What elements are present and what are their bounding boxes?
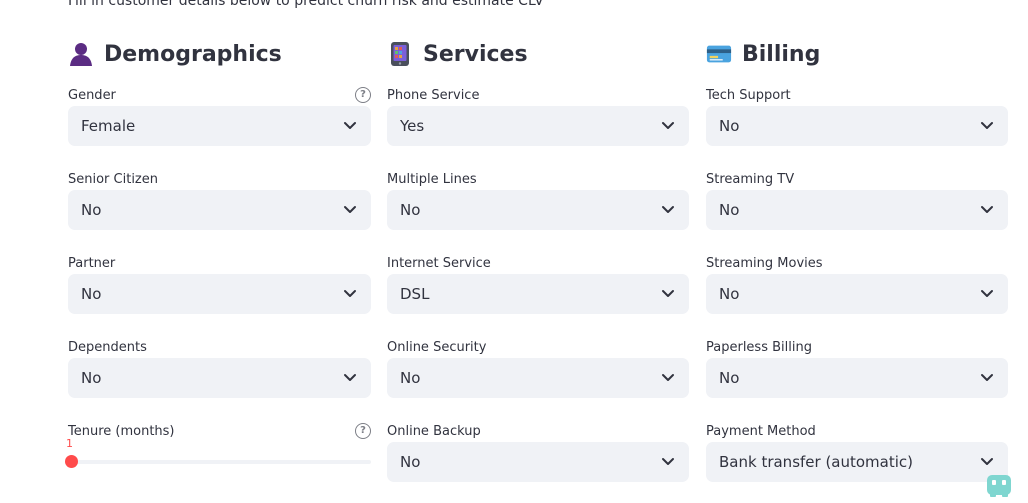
tech-support-select[interactable]: No	[706, 106, 1008, 146]
chevron-down-icon	[662, 374, 674, 381]
internet-service-label: Internet Service	[387, 256, 491, 271]
payment-method-select[interactable]: Bank transfer (automatic)	[706, 442, 1008, 482]
chevron-down-icon	[981, 374, 993, 381]
phone-service-field: Phone Service Yes	[387, 88, 689, 156]
billing-header: Billing	[706, 38, 820, 70]
tenure-label: Tenure (months)	[68, 424, 175, 439]
paperless-billing-field: Paperless Billing No	[706, 340, 1008, 408]
chevron-down-icon	[344, 374, 356, 381]
tenure-slider-track[interactable]	[68, 460, 371, 464]
payment-method-label: Payment Method	[706, 424, 816, 439]
tech-support-label: Tech Support	[706, 88, 791, 103]
tech-support-value: No	[719, 117, 740, 135]
streaming-movies-field: Streaming Movies No	[706, 256, 1008, 324]
tenure-slider-value: 1	[66, 437, 73, 450]
multiple-lines-select[interactable]: No	[387, 190, 689, 230]
online-backup-label: Online Backup	[387, 424, 481, 439]
tech-support-field: Tech Support No	[706, 88, 1008, 156]
payment-method-value: Bank transfer (automatic)	[719, 453, 914, 471]
dependents-field: Dependents No	[68, 340, 371, 408]
page-subtitle: Fill in customer details below to predic…	[68, 0, 544, 9]
internet-service-value: DSL	[400, 285, 430, 303]
mobile-phone-icon	[387, 41, 413, 67]
streaming-movies-select[interactable]: No	[706, 274, 1008, 314]
gender-label: Gender	[68, 88, 116, 103]
internet-service-select[interactable]: DSL	[387, 274, 689, 314]
streaming-movies-label: Streaming Movies	[706, 256, 823, 271]
partner-value: No	[81, 285, 102, 303]
online-backup-value: No	[400, 453, 421, 471]
credit-card-icon	[706, 41, 732, 67]
tenure-field: Tenure (months) ? 1	[65, 423, 371, 492]
paperless-billing-value: No	[719, 369, 740, 387]
dependents-value: No	[81, 369, 102, 387]
billing-title: Billing	[742, 41, 821, 67]
gender-field: Gender ? Female	[68, 87, 371, 156]
chevron-down-icon	[981, 206, 993, 213]
multiple-lines-field: Multiple Lines No	[387, 172, 689, 240]
streaming-tv-value: No	[719, 201, 740, 219]
chevron-down-icon	[344, 206, 356, 213]
person-silhouette-icon	[68, 41, 94, 67]
streamlit-app-badge-icon[interactable]	[984, 471, 1014, 499]
internet-service-field: Internet Service DSL	[387, 256, 689, 324]
demographics-header: Demographics	[68, 38, 282, 70]
chevron-down-icon	[662, 206, 674, 213]
chevron-down-icon	[662, 290, 674, 297]
streaming-tv-label: Streaming TV	[706, 172, 795, 187]
partner-label: Partner	[68, 256, 116, 271]
phone-service-label: Phone Service	[387, 88, 480, 103]
online-backup-field: Online Backup No	[387, 424, 689, 492]
online-security-select[interactable]: No	[387, 358, 689, 398]
senior-citizen-label: Senior Citizen	[68, 172, 158, 187]
demographics-title: Demographics	[104, 41, 282, 67]
dependents-label: Dependents	[68, 340, 147, 355]
dependents-select[interactable]: No	[68, 358, 371, 398]
chevron-down-icon	[981, 458, 993, 465]
help-icon[interactable]: ?	[355, 87, 371, 103]
phone-service-select[interactable]: Yes	[387, 106, 689, 146]
chevron-down-icon	[981, 290, 993, 297]
online-backup-select[interactable]: No	[387, 442, 689, 482]
senior-citizen-field: Senior Citizen No	[68, 172, 371, 240]
phone-service-value: Yes	[400, 117, 425, 135]
senior-citizen-select[interactable]: No	[68, 190, 371, 230]
chevron-down-icon	[662, 458, 674, 465]
chevron-down-icon	[662, 122, 674, 129]
gender-value: Female	[81, 117, 136, 135]
streaming-tv-field: Streaming TV No	[706, 172, 1008, 240]
online-security-field: Online Security No	[387, 340, 689, 408]
chevron-down-icon	[981, 122, 993, 129]
multiple-lines-label: Multiple Lines	[387, 172, 477, 187]
chevron-down-icon	[344, 290, 356, 297]
multiple-lines-value: No	[400, 201, 421, 219]
services-title: Services	[423, 41, 528, 67]
chevron-down-icon	[344, 122, 356, 129]
streaming-movies-value: No	[719, 285, 740, 303]
gender-select[interactable]: Female	[68, 106, 371, 146]
help-icon[interactable]: ?	[355, 423, 371, 439]
partner-field: Partner No	[68, 256, 371, 324]
partner-select[interactable]: No	[68, 274, 371, 314]
senior-citizen-value: No	[81, 201, 102, 219]
services-header: Services	[387, 38, 528, 70]
paperless-billing-label: Paperless Billing	[706, 340, 812, 355]
tenure-slider-thumb[interactable]	[65, 455, 78, 468]
paperless-billing-select[interactable]: No	[706, 358, 1008, 398]
online-security-label: Online Security	[387, 340, 487, 355]
payment-method-field: Payment Method Bank transfer (automatic)	[706, 424, 1008, 492]
online-security-value: No	[400, 369, 421, 387]
streaming-tv-select[interactable]: No	[706, 190, 1008, 230]
